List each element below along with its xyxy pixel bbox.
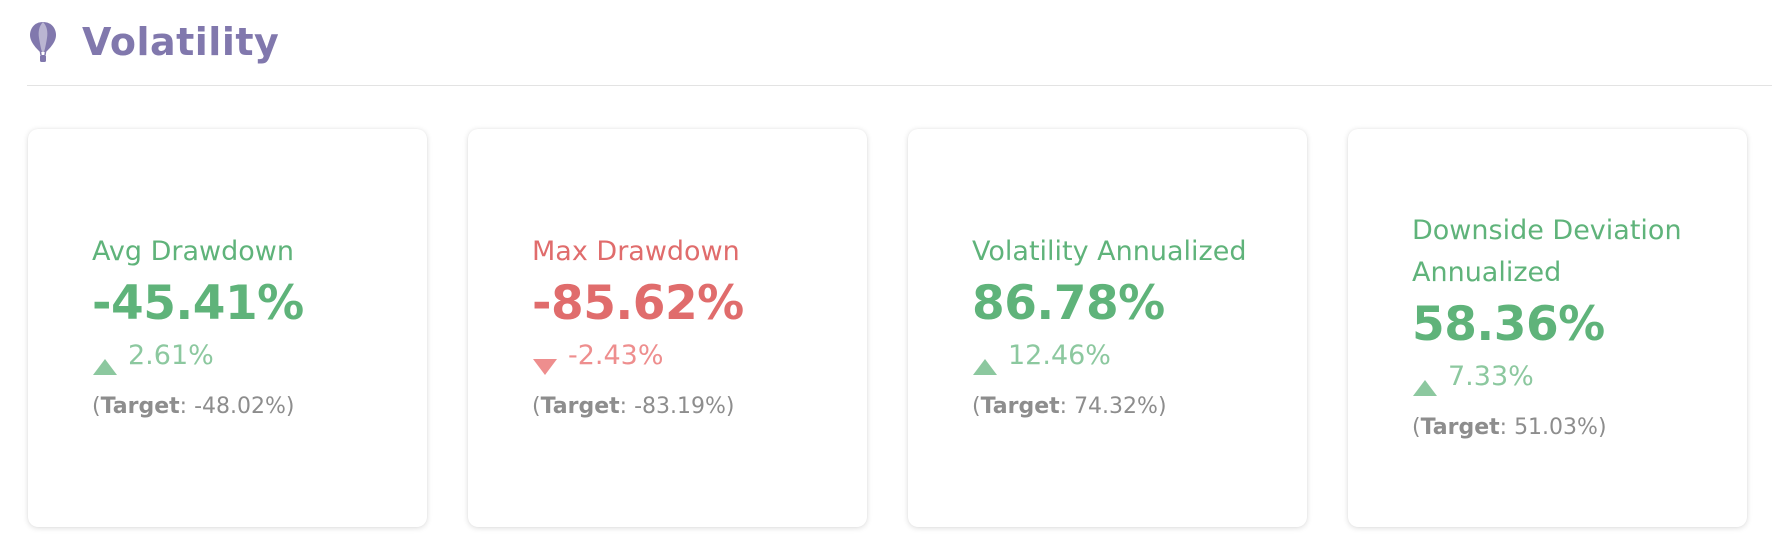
target-value: 51.03% — [1514, 415, 1598, 440]
metric-change-value: -2.43% — [568, 340, 664, 371]
metric-value: 58.36% — [1412, 297, 1605, 352]
target-value: -83.19% — [634, 394, 726, 419]
metric-card-avg-drawdown: Avg Drawdown -45.41% 2.61% (Target: -48.… — [28, 129, 427, 527]
metric-label: Downside Deviation Annualized — [1412, 215, 1682, 288]
metric-change-value: 7.33% — [1448, 361, 1534, 392]
metric-target: (Target: -83.19%) — [532, 394, 735, 419]
metric-target: (Target: -48.02%) — [92, 394, 295, 419]
metric-value: -85.62% — [532, 276, 744, 331]
metric-label: Max Drawdown — [532, 236, 740, 267]
metric-value: -45.41% — [92, 276, 304, 331]
metric-change: 2.61% — [92, 335, 407, 377]
target-label: Target — [100, 394, 180, 419]
metric-target: (Target: 74.32%) — [972, 394, 1167, 419]
target-value: -48.02% — [194, 394, 286, 419]
metric-change-value: 12.46% — [1008, 340, 1111, 371]
target-label: Target — [1420, 415, 1500, 440]
metric-change-value: 2.61% — [128, 340, 214, 371]
triangle-up-icon — [1412, 368, 1438, 396]
triangle-up-icon — [92, 347, 118, 375]
metric-card-volatility-annualized: Volatility Annualized 86.78% 12.46% (Tar… — [908, 129, 1307, 527]
triangle-down-icon — [532, 347, 558, 375]
metric-change: 12.46% — [972, 335, 1287, 377]
metric-card-max-drawdown: Max Drawdown -85.62% -2.43% (Target: -83… — [468, 129, 867, 527]
metric-cards: Avg Drawdown -45.41% 2.61% (Target: -48.… — [28, 129, 1772, 529]
metric-label: Avg Drawdown — [92, 236, 294, 267]
target-value: 74.32% — [1074, 394, 1158, 419]
triangle-up-icon — [972, 347, 998, 375]
metric-target: (Target: 51.03%) — [1412, 415, 1607, 440]
metric-change: -2.43% — [532, 335, 847, 377]
target-label: Target — [540, 394, 620, 419]
header-divider — [27, 85, 1772, 86]
section-title: Volatility — [82, 20, 280, 64]
metric-value: 86.78% — [972, 276, 1165, 331]
section-header: Volatility — [28, 12, 279, 72]
metric-change: 7.33% — [1412, 356, 1727, 398]
metric-label: Volatility Annualized — [972, 236, 1247, 267]
hot-air-balloon-icon — [28, 20, 58, 64]
metric-card-downside-deviation-annualized: Downside Deviation Annualized 58.36% 7.3… — [1348, 129, 1747, 527]
target-label: Target — [980, 394, 1060, 419]
